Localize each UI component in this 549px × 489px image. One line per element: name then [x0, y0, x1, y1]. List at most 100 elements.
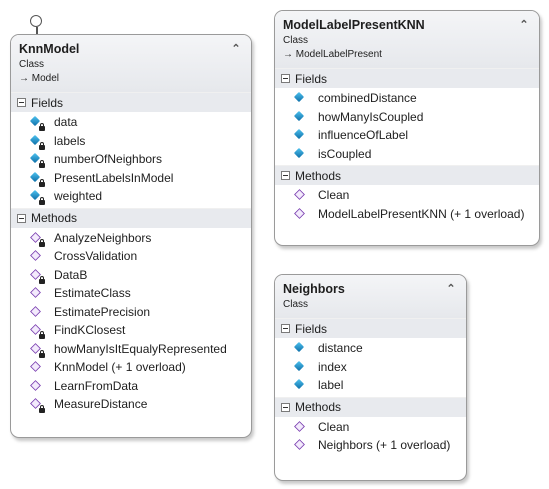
fields-section-header[interactable]: Fields [275, 68, 539, 88]
method-icon [29, 286, 43, 300]
fields-list: combinedDistance howManyIsCoupled influenc… [275, 88, 539, 165]
class-base-name: Model [31, 73, 60, 84]
methods-section-header[interactable]: Methods [11, 207, 251, 228]
methods-list: AnalyzeNeighbors CrossValidation DataB Esti… [11, 228, 251, 416]
collapse-fields-icon[interactable] [17, 98, 26, 107]
class-neighbors[interactable]: Neighbors Class ⌃ Fields distance index label M… [274, 274, 467, 481]
method-icon [29, 305, 43, 319]
field-icon [293, 110, 307, 124]
field-label: labels [54, 133, 86, 148]
methods-label: Methods [295, 400, 342, 414]
method-box-icon [30, 250, 41, 262]
method-label: howManyIsItEqualyRepresented [54, 341, 227, 356]
methods-section-header[interactable]: Methods [275, 165, 539, 185]
field-icon [293, 378, 307, 392]
method-icon [293, 207, 307, 221]
class-kind: Class [19, 59, 45, 70]
method-box-icon [294, 439, 305, 451]
methods-label: Methods [295, 168, 342, 183]
field-label: weighted [54, 189, 103, 204]
class-name: KnnModel [19, 42, 80, 56]
class-header[interactable]: ModelLabelPresentKNN Class → ModelLabelPre… [275, 11, 539, 68]
method-item[interactable]: Neighbors (+ 1 overload) [275, 436, 466, 455]
fields-section-header[interactable]: Fields [275, 318, 466, 338]
field-item[interactable]: PresentLabelsInModel [11, 169, 251, 188]
interface-lollipop-icon [30, 15, 42, 27]
field-item[interactable]: influenceOfLabel [275, 126, 539, 145]
field-icon [29, 171, 45, 187]
fields-section-header[interactable]: Fields [11, 92, 251, 112]
method-icon [29, 379, 43, 393]
field-item[interactable]: distance [275, 339, 466, 358]
method-icon [29, 323, 45, 340]
method-item[interactable]: ModelLabelPresentKNN (+ 1 overload) [275, 205, 539, 224]
field-icon [29, 134, 45, 150]
class-name: Neighbors [283, 282, 345, 296]
lock-icon [39, 238, 45, 247]
method-item[interactable]: AnalyzeNeighbors [11, 229, 251, 248]
field-item[interactable]: weighted [11, 187, 251, 206]
method-item[interactable]: Clean [275, 418, 466, 437]
collapse-fields-icon[interactable] [281, 324, 290, 333]
method-box-icon [294, 189, 305, 201]
method-item[interactable]: EstimateClass [11, 284, 251, 303]
lock-icon [39, 123, 45, 132]
field-cube-icon [293, 129, 305, 140]
lock-icon [39, 160, 45, 169]
collapse-methods-icon[interactable] [281, 171, 290, 180]
method-box-icon [30, 361, 41, 373]
method-item[interactable]: KnnModel (+ 1 overload) [11, 358, 251, 377]
field-item[interactable]: label [275, 376, 466, 395]
field-item[interactable]: howManyIsCoupled [275, 108, 539, 127]
field-item[interactable]: numberOfNeighbors [11, 150, 251, 169]
field-label: index [318, 359, 347, 374]
collapse-fields-icon[interactable] [281, 74, 290, 83]
method-label: LearnFromData [54, 378, 139, 393]
class-name: ModelLabelPresentKNN [283, 18, 425, 32]
method-item[interactable]: EstimatePrecision [11, 303, 251, 322]
method-box-icon [30, 287, 41, 299]
method-item[interactable]: howManyIsItEqualyRepresented [11, 340, 251, 359]
class-knnmodel[interactable]: KnnModel Class → Model ⌃ Fields data labels num… [10, 34, 252, 438]
collapse-methods-icon[interactable] [281, 402, 290, 412]
method-item[interactable]: MeasureDistance [11, 395, 251, 414]
method-item[interactable]: DataB [11, 266, 251, 285]
class-kind: Class [283, 299, 309, 310]
lock-icon [39, 197, 45, 206]
methods-list: Clean Neighbors (+ 1 overload) [275, 417, 466, 457]
field-icon [29, 115, 45, 132]
class-header[interactable]: KnnModel Class → Model ⌃ [11, 35, 251, 92]
field-label: distance [318, 341, 363, 356]
field-label: data [54, 115, 78, 130]
lock-icon [39, 405, 45, 414]
method-item[interactable]: FindKClosest [11, 321, 251, 340]
class-header[interactable]: Neighbors Class ⌃ [275, 275, 466, 318]
methods-section-header[interactable]: Methods [275, 396, 466, 417]
class-modellabelpresentknn[interactable]: ModelLabelPresentKNN Class → ModelLabelPre… [274, 10, 540, 246]
field-cube-icon [29, 190, 41, 201]
fields-list: distance index label [275, 338, 466, 397]
method-item[interactable]: LearnFromData [11, 377, 251, 396]
method-icon [29, 249, 43, 263]
methods-label: Methods [31, 211, 78, 225]
method-item[interactable]: Clean [275, 186, 539, 205]
field-icon [293, 91, 307, 105]
field-item[interactable]: combinedDistance [275, 89, 539, 108]
field-item[interactable]: labels [11, 132, 251, 151]
chevron-up-icon[interactable]: ⌃ [230, 43, 242, 55]
chevron-up-icon[interactable]: ⌃ [518, 19, 530, 31]
collapse-methods-icon[interactable] [17, 213, 26, 223]
field-label: combinedDistance [318, 91, 417, 106]
fields-label: Fields [295, 71, 328, 86]
field-item[interactable]: isCoupled [275, 145, 539, 164]
field-label: PresentLabelsInModel [54, 170, 174, 185]
method-icon [293, 438, 307, 452]
method-item[interactable]: CrossValidation [11, 247, 251, 266]
field-item[interactable]: data [11, 113, 251, 132]
methods-list: Clean ModelLabelPresentKNN (+ 1 overload) [275, 185, 539, 225]
field-cube-icon [293, 360, 305, 371]
field-item[interactable]: index [275, 358, 466, 377]
chevron-up-icon[interactable]: ⌃ [445, 283, 457, 295]
lock-icon [39, 349, 45, 358]
method-label: KnnModel (+ 1 overload) [54, 360, 186, 375]
